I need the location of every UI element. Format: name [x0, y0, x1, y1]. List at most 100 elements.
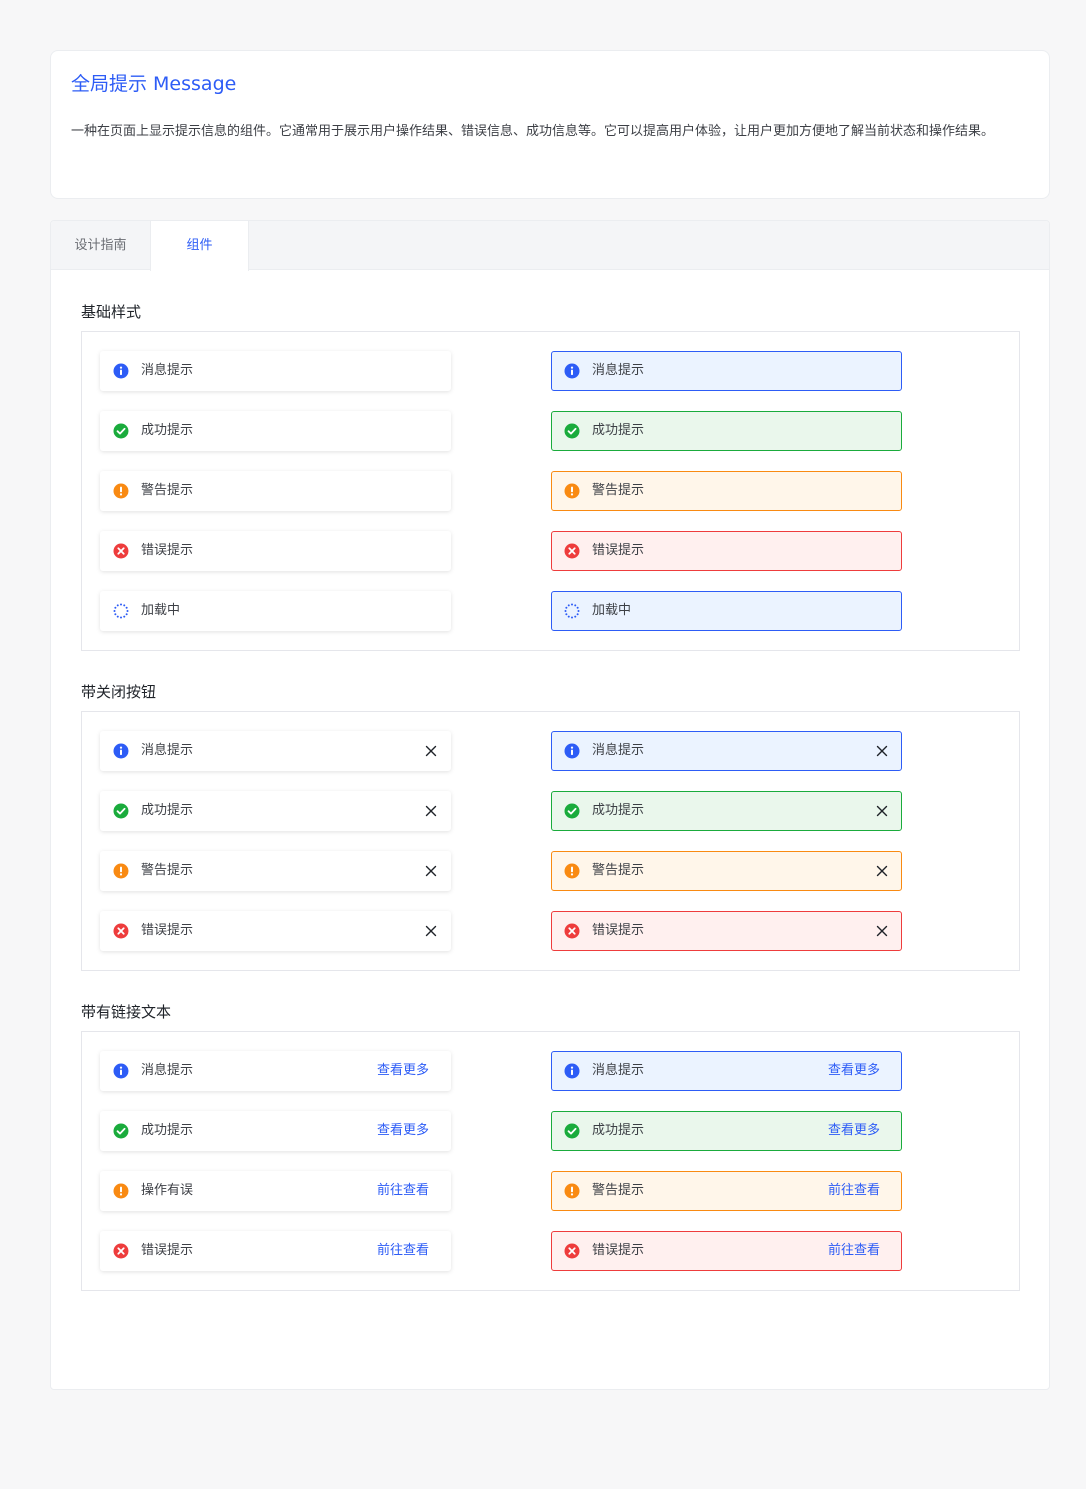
- tab-component[interactable]: 组件: [151, 221, 249, 271]
- exclamation-circle-icon: [564, 483, 580, 499]
- check-circle-icon: [564, 1123, 580, 1139]
- message-text: 消息提示: [141, 743, 194, 758]
- check-circle-icon: [564, 423, 580, 439]
- page-title: 全局提示 Message: [71, 73, 237, 95]
- message-text: 成功提示: [592, 1123, 645, 1138]
- x-circle-icon: [564, 543, 580, 559]
- check-circle-icon: [113, 1123, 129, 1139]
- tab-design-guide[interactable]: 设计指南: [51, 221, 151, 271]
- message-text: 消息提示: [592, 363, 645, 378]
- message-text: 成功提示: [141, 1123, 194, 1138]
- message-text: 错误提示: [592, 543, 645, 558]
- info-icon: [564, 743, 580, 759]
- message-text: 成功提示: [592, 423, 645, 438]
- message-text: 错误提示: [141, 923, 194, 938]
- message-warning-plain: 操作有误 前往查看: [100, 1171, 451, 1211]
- tab-bar: 设计指南 组件: [51, 221, 1049, 271]
- message-warning-bordered: 警告提示 前往查看: [551, 1171, 902, 1211]
- close-icon[interactable]: [876, 925, 888, 937]
- close-icon[interactable]: [876, 865, 888, 877]
- message-text: 警告提示: [592, 1183, 645, 1198]
- exclamation-circle-icon: [564, 1183, 580, 1199]
- message-warning-bordered: 警告提示: [551, 471, 902, 511]
- x-circle-icon: [564, 1243, 580, 1259]
- exclamation-circle-icon: [564, 863, 580, 879]
- message-error-plain: 错误提示: [100, 911, 451, 951]
- message-warning-plain: 警告提示: [100, 471, 451, 511]
- message-success-plain: 成功提示 查看更多: [100, 1111, 451, 1151]
- exclamation-circle-icon: [113, 1183, 129, 1199]
- message-warning-plain: 警告提示: [100, 851, 451, 891]
- message-error-plain: 错误提示: [100, 531, 451, 571]
- message-link[interactable]: 查看更多: [828, 1122, 880, 1140]
- message-info-bordered: 消息提示 查看更多: [551, 1051, 902, 1091]
- message-info-bordered: 消息提示: [551, 351, 902, 391]
- message-text: 成功提示: [141, 423, 194, 438]
- close-icon[interactable]: [876, 805, 888, 817]
- message-text: 加载中: [141, 603, 181, 618]
- close-icon[interactable]: [876, 745, 888, 757]
- x-circle-icon: [564, 923, 580, 939]
- message-success-bordered: 成功提示 查看更多: [551, 1111, 902, 1151]
- message-link[interactable]: 查看更多: [828, 1062, 880, 1080]
- message-link[interactable]: 前往查看: [377, 1182, 429, 1200]
- demo-box-closable: 消息提示成功提示警告提示错误提示 消息提示成功提示警告提示错误提示: [81, 711, 1020, 971]
- message-success-plain: 成功提示: [100, 791, 451, 831]
- message-error-bordered: 错误提示 前往查看: [551, 1231, 902, 1271]
- message-success-bordered: 成功提示: [551, 791, 902, 831]
- demo-box-basic: 消息提示成功提示警告提示错误提示加载中 消息提示成功提示警告提示错误提示加载中: [81, 331, 1020, 651]
- check-circle-icon: [564, 803, 580, 819]
- check-circle-icon: [113, 803, 129, 819]
- message-text: 错误提示: [592, 1243, 645, 1258]
- loading-spinner-icon: [113, 603, 129, 619]
- message-success-bordered: 成功提示: [551, 411, 902, 451]
- message-text: 操作有误: [141, 1183, 194, 1198]
- message-link[interactable]: 查看更多: [377, 1062, 429, 1080]
- x-circle-icon: [113, 1243, 129, 1259]
- message-link[interactable]: 前往查看: [828, 1182, 880, 1200]
- message-text: 警告提示: [592, 863, 645, 878]
- message-loading-plain: 加载中: [100, 591, 451, 631]
- message-text: 警告提示: [141, 863, 194, 878]
- main-card: 设计指南 组件 基础样式 消息提示 成功提示 警告提示 错误提示 加载中 消息提示 成功提示…: [50, 220, 1050, 1390]
- message-info-bordered: 消息提示: [551, 731, 902, 771]
- message-text: 消息提示: [141, 363, 194, 378]
- message-text: 加载中: [592, 603, 632, 618]
- message-success-plain: 成功提示: [100, 411, 451, 451]
- message-warning-bordered: 警告提示: [551, 851, 902, 891]
- info-icon: [564, 1063, 580, 1079]
- x-circle-icon: [113, 543, 129, 559]
- close-icon[interactable]: [425, 745, 437, 757]
- info-icon: [113, 743, 129, 759]
- close-icon[interactable]: [425, 805, 437, 817]
- demo-box-link: 消息提示 查看更多 成功提示 查看更多 操作有误 前往查看 错误提示 前往查看 消息提示 查看更多…: [81, 1031, 1020, 1291]
- message-text: 成功提示: [141, 803, 194, 818]
- message-link[interactable]: 前往查看: [828, 1242, 880, 1260]
- close-icon[interactable]: [425, 865, 437, 877]
- message-error-bordered: 错误提示: [551, 911, 902, 951]
- message-loading-bordered: 加载中: [551, 591, 902, 631]
- message-error-bordered: 错误提示: [551, 531, 902, 571]
- message-text: 消息提示: [141, 1063, 194, 1078]
- message-text: 错误提示: [592, 923, 645, 938]
- section-title-link: 带有链接文本: [81, 1003, 172, 1021]
- info-icon: [113, 1063, 129, 1079]
- message-text: 消息提示: [592, 1063, 645, 1078]
- message-text: 消息提示: [592, 743, 645, 758]
- loading-spinner-icon: [564, 603, 580, 619]
- section-title-closable: 带关闭按钮: [81, 683, 157, 701]
- info-icon: [113, 363, 129, 379]
- message-text: 警告提示: [141, 483, 194, 498]
- exclamation-circle-icon: [113, 863, 129, 879]
- check-circle-icon: [113, 423, 129, 439]
- close-icon[interactable]: [425, 925, 437, 937]
- message-info-plain: 消息提示: [100, 351, 451, 391]
- exclamation-circle-icon: [113, 483, 129, 499]
- message-link[interactable]: 查看更多: [377, 1122, 429, 1140]
- message-text: 错误提示: [141, 543, 194, 558]
- page-header-card: 全局提示 Message 一种在页面上显示提示信息的组件。它通常用于展示用户操作…: [50, 50, 1050, 199]
- message-link[interactable]: 前往查看: [377, 1242, 429, 1260]
- message-text: 警告提示: [592, 483, 645, 498]
- section-title-basic: 基础样式: [81, 303, 142, 321]
- message-info-plain: 消息提示: [100, 731, 451, 771]
